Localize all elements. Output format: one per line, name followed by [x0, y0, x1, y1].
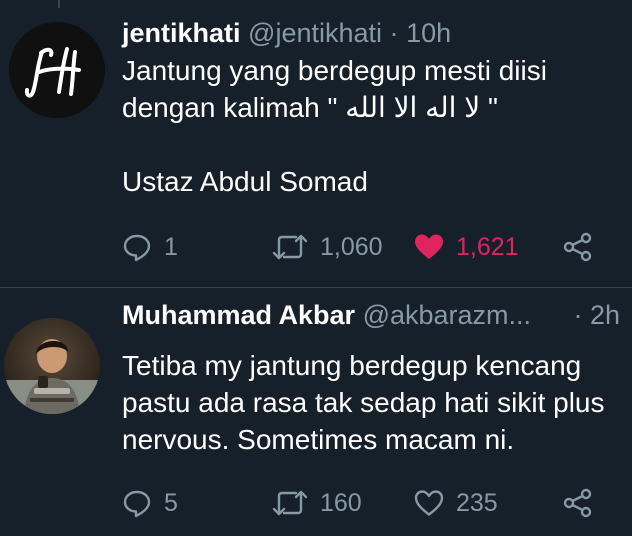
- reply-icon: [123, 490, 151, 518]
- like-button[interactable]: 235: [414, 485, 498, 521]
- user-handle[interactable]: @jentikhati: [248, 18, 382, 48]
- tweet-text: Jantung yang berdegup mesti diisi dengan…: [122, 55, 547, 197]
- share-icon: [563, 488, 592, 518]
- timestamp[interactable]: 2h: [590, 300, 620, 330]
- separator-dot: ·: [573, 300, 583, 330]
- share-button[interactable]: [562, 485, 594, 521]
- retweet-button[interactable]: 160: [272, 485, 362, 521]
- retweet-icon: [272, 490, 308, 516]
- tweet-actions: 1 1,060 1,621: [122, 229, 602, 265]
- tweet-header: jentikhati @jentikhati · 10h: [122, 17, 451, 49]
- separator-dot: ·: [389, 18, 399, 48]
- tweet-header: Muhammad Akbar @akbarazm... · 2h: [122, 299, 632, 331]
- heart-filled-icon: [415, 234, 443, 259]
- timeline-feed: jentikhati @jentikhati · 10h Jantung yan…: [0, 0, 632, 536]
- jh-monogram-logo-icon: [9, 22, 105, 118]
- retweet-count: 160: [320, 488, 362, 517]
- retweet-icon: [272, 234, 308, 260]
- avatar[interactable]: [9, 22, 105, 118]
- reply-button[interactable]: 1: [122, 229, 178, 265]
- retweet-count: 1,060: [320, 232, 383, 261]
- tweet[interactable]: Muhammad Akbar @akbarazm... · 2h Tetiba …: [0, 288, 632, 536]
- user-photo-icon: [4, 318, 100, 414]
- like-count: 1,621: [456, 232, 519, 261]
- reply-count: 5: [164, 488, 178, 517]
- share-button[interactable]: [562, 229, 594, 265]
- heart-outline-icon: [414, 490, 444, 516]
- display-name[interactable]: Muhammad Akbar: [122, 300, 355, 330]
- share-icon: [563, 232, 592, 262]
- retweet-button[interactable]: 1,060: [272, 229, 383, 265]
- reply-button[interactable]: 5: [122, 485, 178, 521]
- timestamp[interactable]: 10h: [406, 18, 451, 48]
- display-name[interactable]: jentikhati: [122, 18, 241, 48]
- like-count: 235: [456, 488, 498, 517]
- reply-count: 1: [164, 232, 178, 261]
- user-handle[interactable]: @akbarazm...: [363, 300, 531, 330]
- tweet[interactable]: jentikhati @jentikhati · 10h Jantung yan…: [0, 0, 632, 287]
- tweet-actions: 5 160 235: [122, 485, 602, 521]
- reply-icon: [123, 234, 151, 262]
- tweet-text: Tetiba my jantung berdegup kencang pastu…: [122, 350, 605, 455]
- avatar[interactable]: [4, 318, 100, 414]
- like-button[interactable]: 1,621: [414, 229, 519, 265]
